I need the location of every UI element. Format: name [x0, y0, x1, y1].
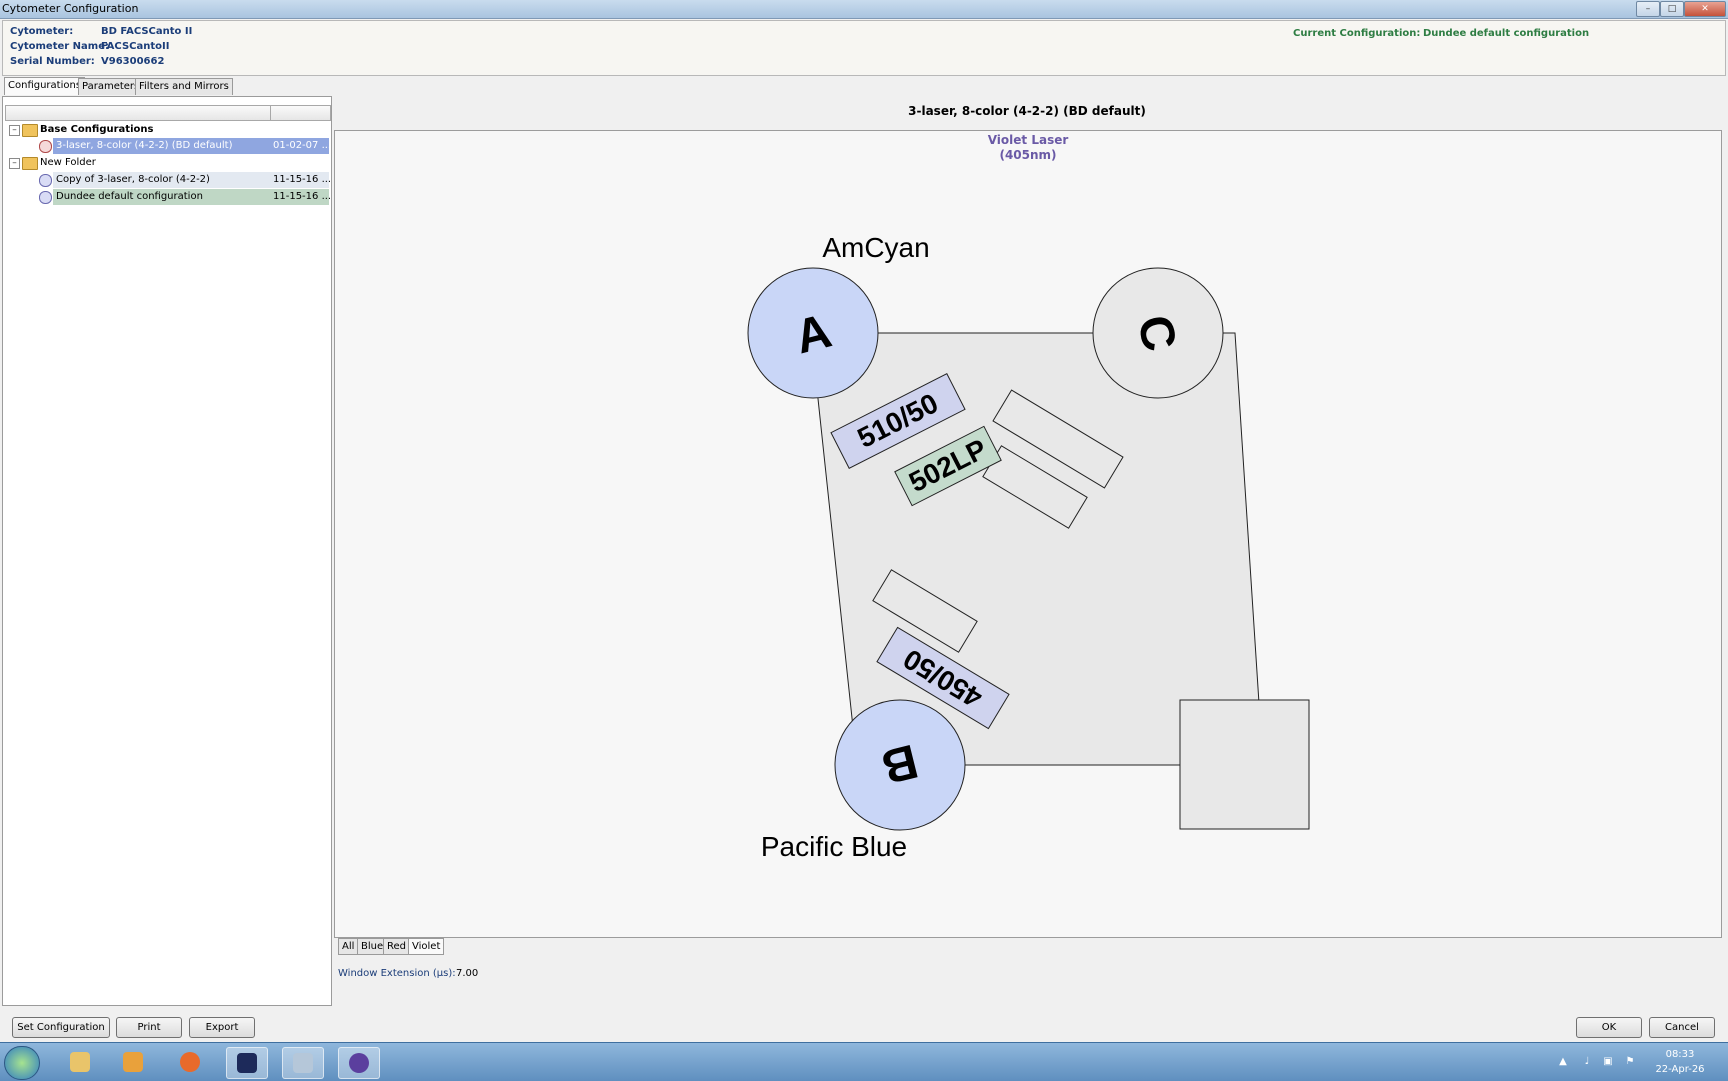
cytometer-value: BD FACSCanto II: [101, 26, 193, 37]
collapse-icon[interactable]: –: [9, 158, 20, 169]
detector-b-label: Pacific Blue: [761, 831, 907, 862]
cytometer-label: Cytometer:: [10, 26, 74, 37]
tab-parameters[interactable]: Parameters: [78, 78, 144, 95]
tree-item-label: Copy of 3-laser, 8-color (4-2-2): [56, 174, 210, 185]
volume-icon[interactable]: ♩: [1581, 1056, 1593, 1068]
cytometer-name-value: FACSCantoII: [101, 41, 170, 52]
detector-d-square[interactable]: [1179, 699, 1310, 830]
clock-date: 22-Apr-26: [1655, 1064, 1705, 1075]
file-explorer-icon[interactable]: [60, 1047, 100, 1077]
paint-icon[interactable]: [282, 1047, 324, 1079]
configuration-icon: [39, 174, 52, 187]
export-button[interactable]: Export: [189, 1017, 255, 1038]
set-configuration-button[interactable]: Set Configuration: [12, 1017, 110, 1038]
tree-folder-label: Base Configurations: [40, 124, 154, 135]
window-title: Cytometer Configuration: [2, 2, 139, 15]
serial-number-value: V96300662: [101, 56, 165, 67]
current-configuration-label: Current Configuration:: [1293, 28, 1421, 39]
tree-item-bd-default[interactable]: 3-laser, 8-color (4-2-2) (BD default) 01…: [5, 138, 332, 154]
configuration-tree-panel: – Base Configurations 3-laser, 8-color (…: [2, 96, 332, 1006]
tree-folder-label: New Folder: [40, 157, 96, 168]
tree-item-date: 11-15-16 ...: [273, 191, 332, 202]
configuration-icon: [39, 140, 52, 153]
taskbar: ▲ ♩ ▣ ⚑ 08:33 22-Apr-26: [0, 1042, 1728, 1081]
tab-filters-and-mirrors[interactable]: Filters and Mirrors: [135, 78, 233, 95]
tree-folder-base[interactable]: – Base Configurations: [5, 122, 329, 138]
tree-item-copy[interactable]: Copy of 3-laser, 8-color (4-2-2) 11-15-1…: [5, 172, 332, 188]
clock-time: 08:33: [1665, 1049, 1695, 1060]
cytometer-info-panel: Cytometer: BD FACSCanto II Cytometer Nam…: [2, 20, 1726, 76]
laser-tab-red[interactable]: Red: [383, 938, 410, 955]
network-icon[interactable]: ▣: [1602, 1056, 1614, 1068]
tree-item-date: 01-02-07 ...: [273, 140, 332, 151]
detector-a[interactable]: A: [747, 267, 879, 399]
detector-a-label: AmCyan: [822, 232, 929, 263]
detector-c[interactable]: C: [1092, 267, 1224, 399]
ok-button[interactable]: OK: [1576, 1017, 1642, 1038]
minimize-button[interactable]: –: [1636, 1, 1660, 17]
tree-item-date: 11-15-16 ...: [273, 174, 332, 185]
current-configuration-value: Dundee default configuration: [1423, 28, 1590, 39]
cytometer-app-icon[interactable]: [226, 1047, 268, 1079]
folder-icon: [22, 157, 38, 170]
close-button[interactable]: ✕: [1684, 1, 1726, 17]
tree-item-label: 3-laser, 8-color (4-2-2) (BD default): [56, 140, 233, 151]
media-player-icon[interactable]: [113, 1047, 153, 1077]
tree-folder-new[interactable]: – New Folder: [5, 155, 329, 171]
browser-globe-icon[interactable]: [338, 1047, 380, 1079]
taskbar-clock[interactable]: 08:33 22-Apr-26: [1650, 1047, 1710, 1077]
action-center-icon[interactable]: ⚑: [1624, 1056, 1636, 1068]
laser-tab-violet[interactable]: Violet: [408, 938, 445, 955]
tree-header: [5, 105, 331, 121]
folder-icon: [22, 124, 38, 137]
detector-array-svg: 510/50 502LP 450/50 A AmCyan C B Pacific…: [747, 232, 1310, 862]
cancel-button[interactable]: Cancel: [1649, 1017, 1715, 1038]
detector-b[interactable]: B: [834, 699, 966, 831]
collapse-icon[interactable]: –: [9, 125, 20, 136]
window-extension-value[interactable]: 7.00: [456, 968, 478, 979]
firefox-icon[interactable]: [170, 1047, 210, 1077]
configuration-icon: [39, 191, 52, 204]
tray-expand-icon[interactable]: ▲: [1557, 1056, 1569, 1068]
tree-item-label: Dundee default configuration: [56, 191, 203, 202]
maximize-button[interactable]: □: [1660, 1, 1684, 17]
serial-number-label: Serial Number:: [10, 56, 95, 67]
tab-configurations[interactable]: Configurations: [4, 77, 86, 95]
laser-tab-all[interactable]: All: [338, 938, 359, 955]
tree-item-dundee[interactable]: Dundee default configuration 11-15-16 ..…: [5, 189, 332, 205]
start-orb-icon[interactable]: [4, 1046, 40, 1080]
title-bar: Cytometer Configuration – □ ✕: [0, 0, 1728, 19]
cytometer-name-label: Cytometer Name:: [10, 41, 110, 52]
print-button[interactable]: Print: [116, 1017, 182, 1038]
configuration-title: 3-laser, 8-color (4-2-2) (BD default): [908, 104, 1146, 118]
window-extension-label: Window Extension (µs):: [338, 968, 456, 979]
laser-octagon-diagram: Violet Laser (405nm) 510/50 502LP 450/50…: [334, 130, 1722, 938]
